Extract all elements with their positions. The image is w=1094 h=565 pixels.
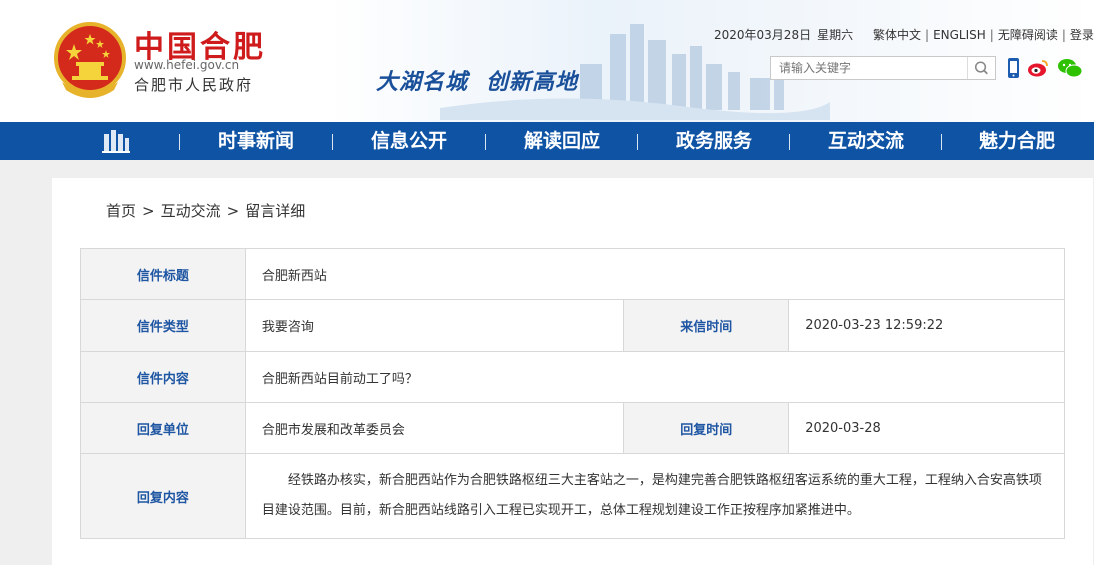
search-input[interactable]	[771, 57, 967, 79]
weekday-text: 星期六	[817, 28, 854, 42]
link-traditional-chinese[interactable]: 繁体中文	[873, 28, 921, 42]
nav-item-news[interactable]: 时事新闻	[180, 122, 332, 160]
title-label: 信件标题	[80, 248, 246, 300]
slogan: 大湖名城 创新高地	[376, 64, 596, 96]
content-value: 合肥新西站目前动工了吗？	[244, 351, 1066, 403]
nav-item-charm-hefei[interactable]: 魅力合肥	[942, 122, 1092, 160]
sent-time-label: 来信时间	[623, 299, 790, 352]
link-english[interactable]: ENGLISH	[933, 28, 986, 42]
reply-content-value: 经铁路办核实，新合肥西站作为合肥铁路枢纽三大主客站之一，是构建完善合肥铁路枢纽客…	[244, 453, 1066, 539]
current-date: 2020年03月28日 星期六	[714, 26, 853, 43]
wechat-icon[interactable]	[1057, 56, 1083, 80]
site-header: 中国合肥 www.hefei.gov.cn 合肥市人民政府 大湖名城 创新高地 2…	[0, 0, 1094, 122]
nav-item-info-disclosure[interactable]: 信息公开	[333, 122, 485, 160]
search-box	[770, 56, 996, 80]
reply-time-value: 2020-03-28	[788, 402, 1065, 454]
link-divider: |	[925, 28, 930, 42]
title-value: 合肥新西站	[244, 248, 1066, 300]
breadcrumb-separator: >	[226, 202, 240, 220]
letter-detail-table: 信件标题 合肥新西站 信件类型 我要咨询 来信时间 2020-03-23 12:…	[80, 248, 1066, 539]
type-label: 信件类型	[80, 299, 246, 352]
table-row: 回复单位 合肥市发展和改革委员会 回复时间 2020-03-28	[80, 402, 1065, 454]
date-text: 2020年03月28日	[714, 28, 812, 42]
nav-item-interaction[interactable]: 互动交流	[790, 122, 942, 160]
weibo-icon[interactable]	[1027, 56, 1049, 80]
slogan-part-1: 大湖名城	[376, 70, 469, 95]
link-divider: |	[989, 28, 994, 42]
search-icon[interactable]	[967, 57, 995, 79]
site-url: www.hefei.gov.cn	[134, 58, 240, 72]
type-value: 我要咨询	[244, 299, 625, 352]
link-divider: |	[1061, 28, 1066, 42]
national-emblem-icon[interactable]	[52, 20, 128, 100]
nav-item-interpretation[interactable]: 解读回应	[486, 122, 638, 160]
table-row: 信件标题 合肥新西站	[80, 248, 1066, 300]
reply-unit-value: 合肥市发展和改革委员会	[244, 402, 625, 454]
home-icon[interactable]	[101, 128, 131, 154]
slogan-part-2: 创新高地	[486, 70, 579, 95]
main-content: 首页 > 互动交流 > 留言详细 信件标题 合肥新西站 信件类型 我要咨询 来信时间 2…	[52, 178, 1093, 565]
breadcrumb-current: 留言详细	[245, 202, 306, 220]
top-links: 繁体中文 | ENGLISH | 无障碍阅读 | 登录	[873, 26, 1094, 43]
content-label: 信件内容	[80, 351, 246, 403]
link-login[interactable]: 登录	[1070, 28, 1094, 42]
sent-time-value: 2020-03-23 12:59:22	[788, 299, 1065, 352]
site-subtitle: 合肥市人民政府	[134, 76, 254, 94]
table-row: 信件类型 我要咨询 来信时间 2020-03-23 12:59:22	[80, 299, 1065, 352]
nav-item-services[interactable]: 政务服务	[638, 122, 790, 160]
reply-time-label: 回复时间	[623, 402, 790, 454]
breadcrumb: 首页 > 互动交流 > 留言详细	[106, 200, 305, 221]
link-accessibility[interactable]: 无障碍阅读	[998, 28, 1058, 42]
main-navigation: 时事新闻 信息公开 解读回应 政务服务 互动交流 魅力合肥	[0, 122, 1094, 160]
reply-unit-label: 回复单位	[80, 402, 246, 454]
reply-content-label: 回复内容	[80, 453, 246, 539]
breadcrumb-separator: >	[142, 202, 155, 220]
mobile-icon[interactable]	[1002, 56, 1024, 80]
breadcrumb-home[interactable]: 首页	[106, 202, 136, 220]
table-row: 回复内容 经铁路办核实，新合肥西站作为合肥铁路枢纽三大主客站之一，是构建完善合肥…	[80, 453, 1066, 539]
table-row: 信件内容 合肥新西站目前动工了吗？	[80, 351, 1066, 403]
breadcrumb-interaction[interactable]: 互动交流	[161, 202, 221, 220]
